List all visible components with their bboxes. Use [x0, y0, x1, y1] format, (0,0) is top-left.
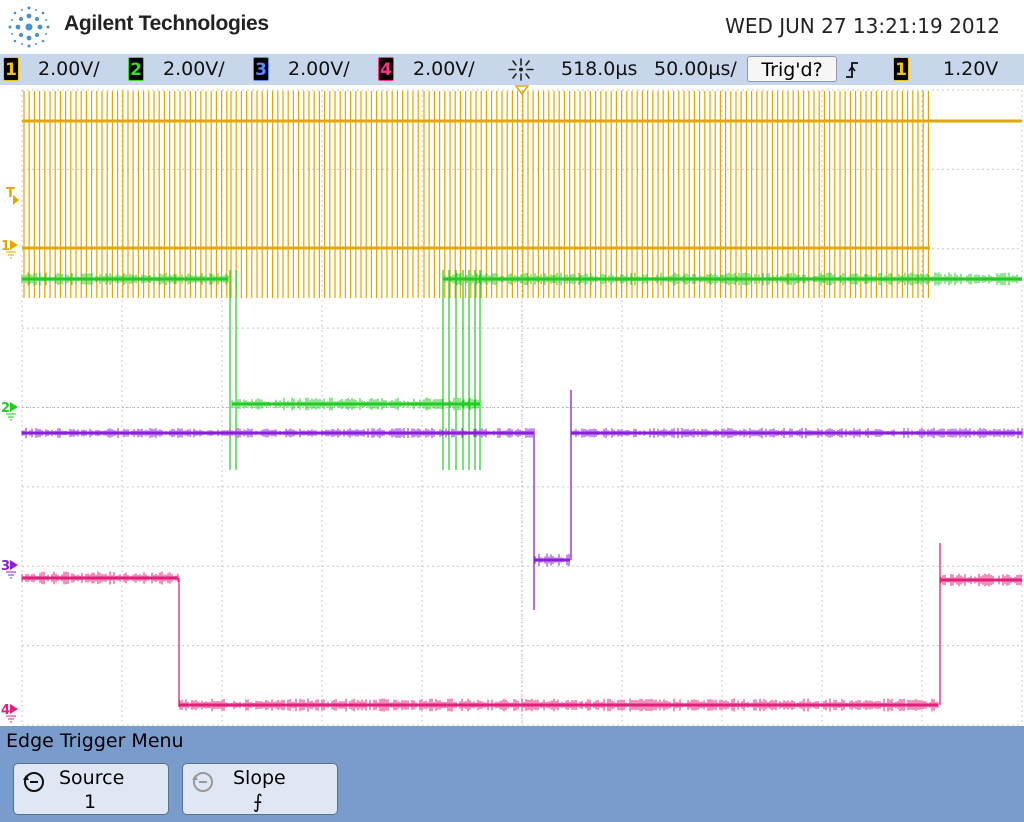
delay-value[interactable]: 518.0µs	[561, 58, 637, 80]
status-bar: 1 2.00V/ 2 2.00V/ 3 2.00V/ 4 2.00V/ 518.…	[0, 54, 1024, 85]
brand-name: Agilent Technologies	[64, 12, 269, 35]
slope-value: ⨍	[253, 791, 263, 813]
trigger-status: Trig'd?	[747, 56, 837, 82]
softkey-menu: Edge Trigger Menu Source 1 Slope ⨍	[0, 726, 1024, 822]
rotate-knob-icon	[192, 772, 213, 792]
rotate-knob-icon	[23, 772, 44, 792]
menu-title: Edge Trigger Menu	[6, 730, 184, 752]
ch4-scale[interactable]: 2.00V/	[413, 58, 475, 80]
ch4-badge[interactable]: 4	[378, 57, 394, 81]
source-label: Source	[59, 767, 125, 789]
date-time: WED JUN 27 13:21:19 2012	[725, 14, 1000, 38]
ch2-badge[interactable]: 2	[128, 57, 144, 81]
trigger-source-badge[interactable]: 1	[893, 57, 909, 81]
source-softkey[interactable]: Source 1	[13, 763, 169, 815]
rising-edge-icon	[846, 62, 858, 78]
ch3-scale[interactable]: 2.00V/	[288, 58, 350, 80]
trigger-level[interactable]: 1.20V	[943, 58, 998, 80]
ch1-scale[interactable]: 2.00V/	[38, 58, 100, 80]
source-value: 1	[84, 791, 97, 813]
ch1-badge[interactable]: 1	[3, 57, 19, 81]
slope-softkey[interactable]: Slope ⨍	[182, 763, 338, 815]
timebase-value[interactable]: 50.00µs/	[654, 58, 737, 80]
waveform-display[interactable]: T1234	[0, 85, 1024, 726]
ch3-badge[interactable]: 3	[253, 57, 269, 81]
title-bar: Agilent Technologies WED JUN 27 13:21:19…	[0, 0, 1024, 54]
agilent-logo-icon	[8, 6, 50, 48]
horizontal-delay-icon	[508, 58, 534, 81]
ch2-scale[interactable]: 2.00V/	[163, 58, 225, 80]
slope-label: Slope	[233, 767, 286, 789]
